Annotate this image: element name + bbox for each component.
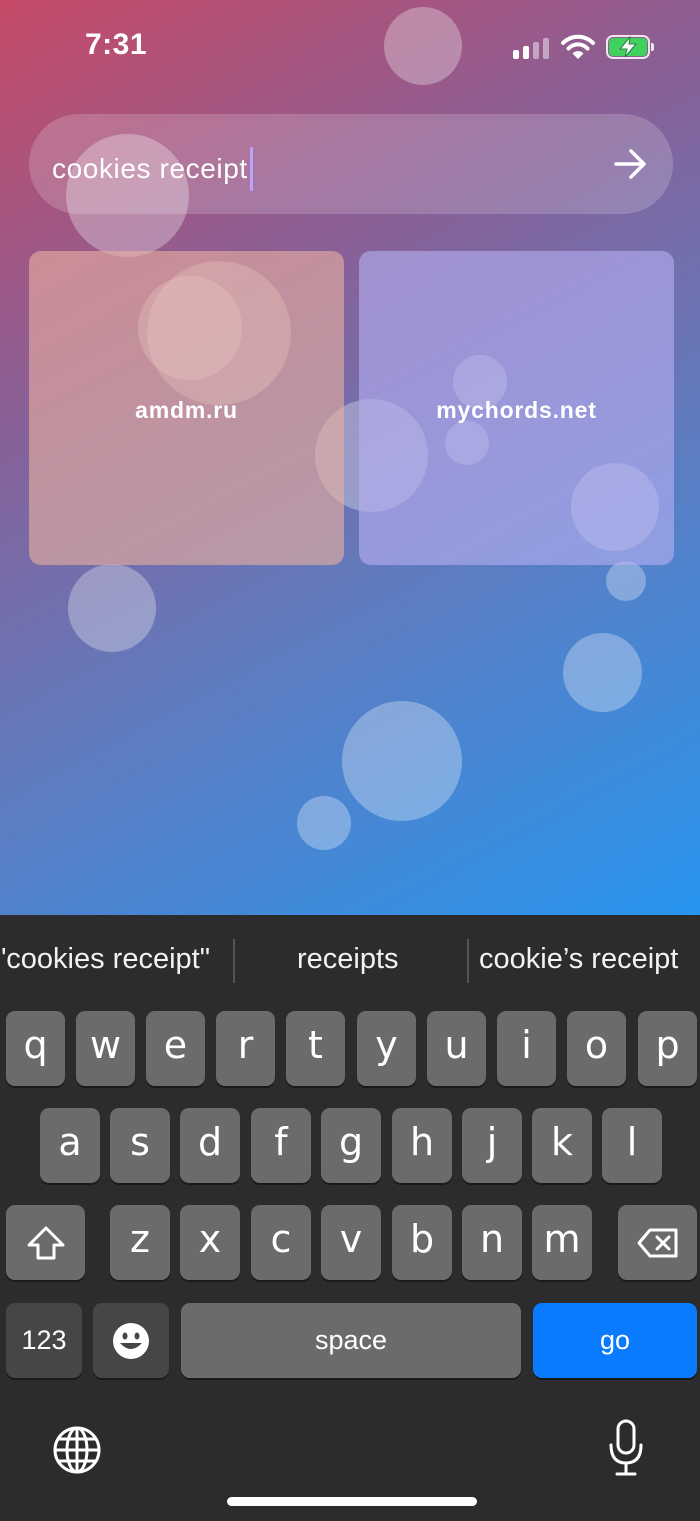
decorative-bubble: [342, 701, 462, 821]
suggestion-receipts[interactable]: receipts: [297, 943, 399, 976]
backspace-icon: [637, 1228, 677, 1257]
key-x[interactable]: x: [180, 1205, 240, 1280]
app-background: 7:31 cookies receipt amdm.ru mychords.ne…: [0, 0, 700, 915]
suggestion-quoted[interactable]: "cookies receipt": [0, 943, 210, 976]
key-g[interactable]: g: [321, 1108, 381, 1183]
site-tile-label: mychords.net: [436, 396, 597, 423]
delete-key[interactable]: [618, 1205, 697, 1280]
key-m[interactable]: m: [532, 1205, 592, 1280]
key-z[interactable]: z: [110, 1205, 170, 1280]
search-bar[interactable]: cookies receipt: [29, 114, 673, 214]
go-key[interactable]: go: [533, 1303, 697, 1378]
suggestion-cookies-receipt[interactable]: cookie’s receipt: [479, 943, 678, 976]
status-time: 7:31: [85, 28, 148, 61]
decorative-bubble: [68, 564, 156, 652]
key-u[interactable]: u: [427, 1011, 486, 1086]
decorative-bubble: [563, 633, 642, 712]
wifi-icon: [561, 34, 595, 59]
text-caret: [249, 147, 253, 191]
key-f[interactable]: f: [251, 1108, 311, 1183]
keyboard: "cookies receipt" receipts cookie’s rece…: [0, 915, 700, 1521]
key-o[interactable]: o: [567, 1011, 626, 1086]
emoji-key[interactable]: [93, 1303, 169, 1378]
key-c[interactable]: c: [251, 1205, 311, 1280]
site-tile-label: amdm.ru: [135, 396, 238, 423]
microphone-icon[interactable]: [608, 1419, 644, 1477]
shift-icon: [27, 1226, 64, 1259]
suggestion-bar: "cookies receipt" receipts cookie’s rece…: [0, 915, 700, 1007]
decorative-bubble: [297, 796, 351, 850]
key-h[interactable]: h: [392, 1108, 452, 1183]
key-i[interactable]: i: [497, 1011, 556, 1086]
key-r[interactable]: r: [216, 1011, 275, 1086]
suggestion-divider: [233, 939, 235, 983]
site-tile-amdm[interactable]: amdm.ru: [29, 251, 344, 565]
key-n[interactable]: n: [462, 1205, 522, 1280]
key-d[interactable]: d: [180, 1108, 240, 1183]
key-b[interactable]: b: [392, 1205, 452, 1280]
key-l[interactable]: l: [602, 1108, 662, 1183]
key-a[interactable]: a: [40, 1108, 100, 1183]
space-key[interactable]: space: [181, 1303, 521, 1378]
decorative-bubble: [606, 561, 646, 601]
key-q[interactable]: q: [6, 1011, 65, 1086]
arrow-right-icon[interactable]: [613, 148, 647, 180]
numbers-key[interactable]: 123: [6, 1303, 82, 1378]
decorative-bubble: [384, 7, 462, 85]
key-y[interactable]: y: [357, 1011, 416, 1086]
cellular-signal-icon: [513, 37, 549, 59]
emoji-icon: [113, 1322, 149, 1359]
key-j[interactable]: j: [462, 1108, 522, 1183]
key-s[interactable]: s: [110, 1108, 170, 1183]
shift-key[interactable]: [6, 1205, 85, 1280]
key-t[interactable]: t: [286, 1011, 345, 1086]
search-input-value: cookies receipt: [52, 153, 248, 184]
suggestion-divider: [467, 939, 469, 983]
key-e[interactable]: e: [146, 1011, 205, 1086]
battery-charging-icon: [606, 35, 654, 59]
site-tile-mychords[interactable]: mychords.net: [359, 251, 674, 565]
key-w[interactable]: w: [76, 1011, 135, 1086]
key-v[interactable]: v: [321, 1205, 381, 1280]
search-input[interactable]: cookies receipt: [52, 147, 253, 191]
home-indicator[interactable]: [227, 1497, 477, 1506]
key-k[interactable]: k: [532, 1108, 592, 1183]
key-p[interactable]: p: [638, 1011, 697, 1086]
globe-icon[interactable]: [52, 1425, 102, 1475]
